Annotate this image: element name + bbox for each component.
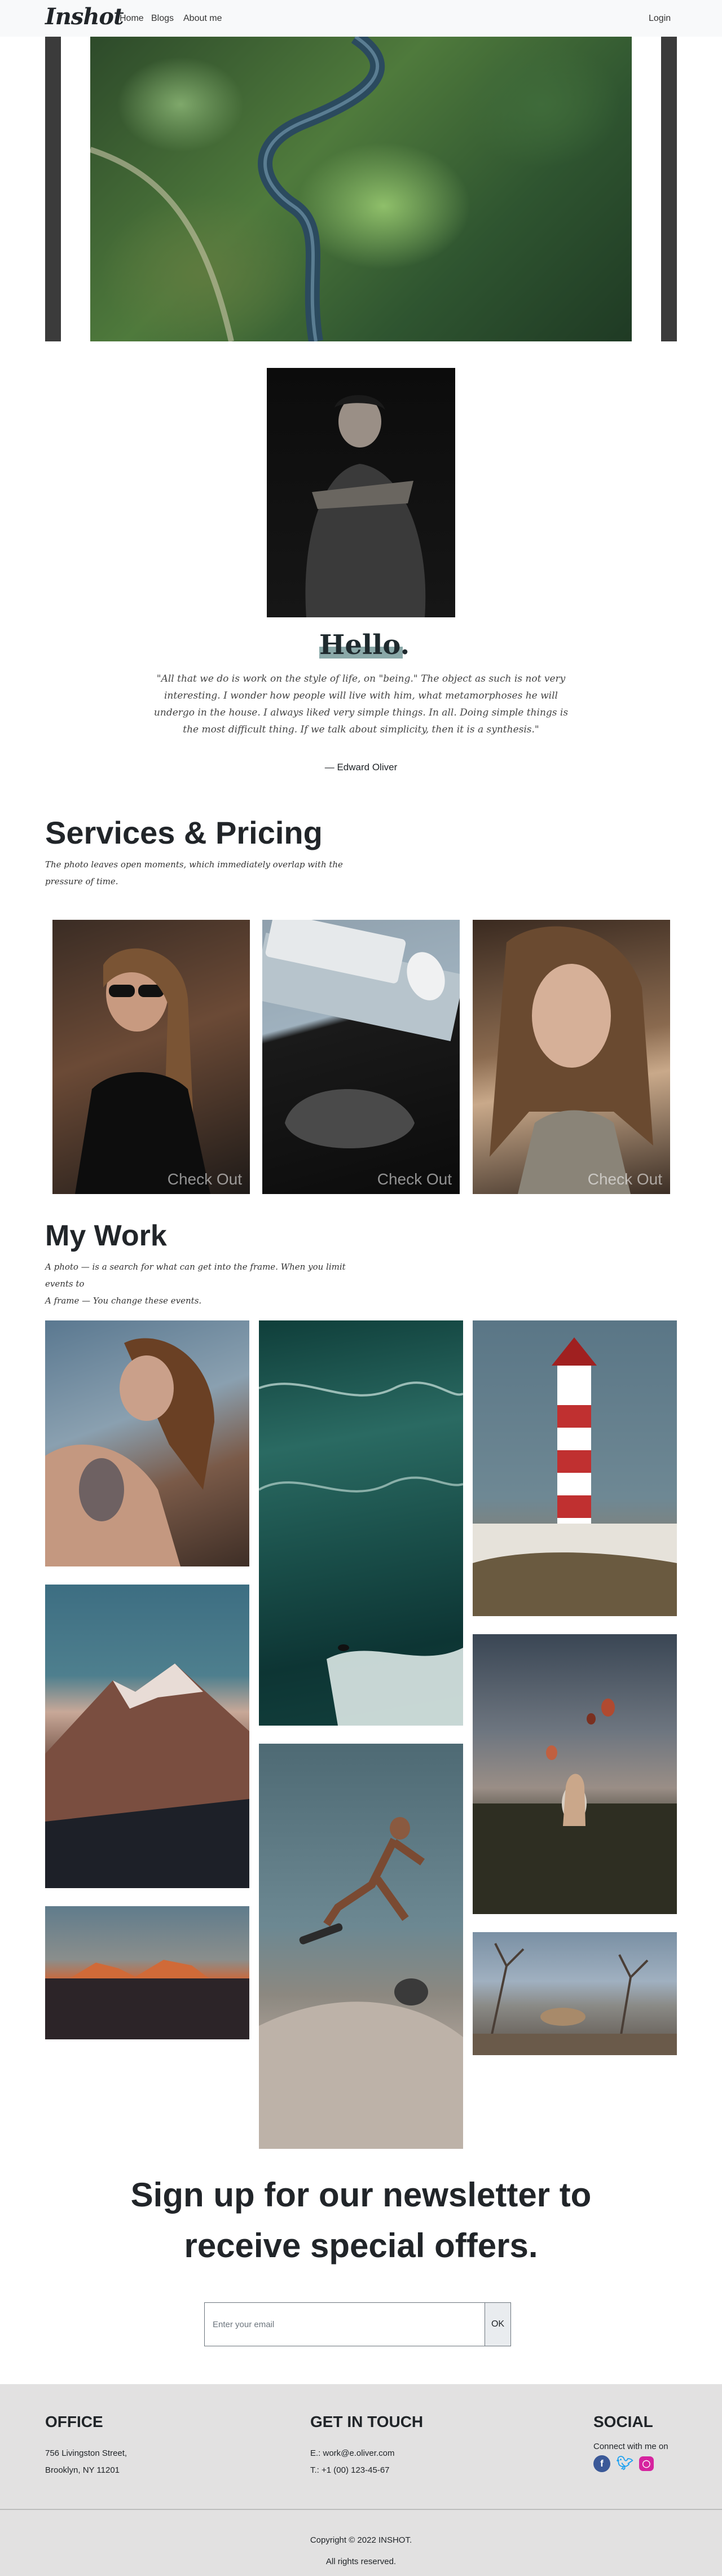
quote-author: — Edward Oliver [324, 762, 398, 773]
skatepark-jump-graphic [259, 1817, 463, 2149]
newsletter-title: Sign up for our newsletter to receive sp… [130, 2176, 592, 2265]
woman-portrait-graphic [490, 926, 653, 1194]
portrait-photo [267, 368, 455, 617]
mountain-peak-graphic [45, 1664, 249, 1888]
footer-phone-link[interactable]: T.: +1 (00) 123-45-67 [310, 2465, 390, 2475]
footer-social-text: Connect with me on [593, 2442, 668, 2451]
balloons-field-graphic [473, 1699, 677, 1914]
check-out-link[interactable]: Check Out [168, 1170, 242, 1188]
keyboard-mouse-graphic [262, 920, 460, 1148]
carousel-prev-control[interactable] [45, 37, 61, 341]
newsletter-email-input[interactable] [205, 2303, 485, 2346]
gallery-photo-deer[interactable] [473, 1932, 677, 2055]
hero-carousel [45, 37, 677, 341]
lighthouse-graphic [473, 1337, 677, 1616]
service-card-desk[interactable]: Check Out [262, 920, 460, 1194]
newsletter-form: OK [204, 2302, 511, 2346]
footer-office-address: 756 Livingston Street, Brooklyn, NY 1120… [45, 2445, 127, 2479]
navbar: Inshot Home Blogs About me Login [0, 0, 722, 37]
my-work-subtitle-line-2: A frame — You change these events. [45, 1296, 202, 1306]
hero-image [90, 37, 632, 341]
footer-contact-heading: GET IN TOUCH [310, 2413, 424, 2430]
services-title: Services & Pricing [45, 815, 323, 850]
footer-social-heading: SOCIAL [593, 2413, 653, 2430]
twitter-icon[interactable]: 🐦︎ [616, 2455, 633, 2472]
my-work-subtitle: A photo — is a search for what can get i… [45, 1258, 361, 1309]
hello-heading: Hello. [319, 628, 410, 662]
woman-sunglasses-graphic [75, 948, 210, 1194]
gallery-photo-lighthouse[interactable] [473, 1320, 677, 1616]
my-work-subtitle-line-1: A photo — is a search for what can get i… [45, 1262, 346, 1289]
nav-link-blogs[interactable]: Blogs [151, 14, 174, 24]
login-link[interactable]: Login [649, 14, 671, 24]
service-card-portrait[interactable]: Check Out [473, 920, 670, 1194]
deer-dead-trees-graphic [473, 1943, 677, 2055]
brand-logo[interactable]: Inshot [45, 3, 124, 30]
footer-office-heading: OFFICE [45, 2413, 103, 2430]
desert-rocks-graphic [45, 1960, 249, 2039]
rights-line: All rights reserved. [325, 2557, 397, 2566]
newsletter-submit-button[interactable]: OK [485, 2303, 510, 2346]
winding-road-graphic [90, 37, 385, 341]
my-work-title: My Work [45, 1219, 167, 1252]
tattoo-woman-graphic [45, 1338, 214, 1566]
gallery-photo-skatepark[interactable] [259, 1744, 463, 2149]
footer-address-line-2: Brooklyn, NY 11201 [45, 2465, 120, 2475]
gallery-photo-balloons[interactable] [473, 1634, 677, 1914]
copyright-line: Copyright © 2022 INSHOT. [310, 2535, 412, 2545]
nav-link-about-me[interactable]: About me [183, 14, 222, 24]
check-out-link[interactable]: Check Out [588, 1170, 662, 1188]
service-card-sunglasses[interactable]: Check Out [52, 920, 250, 1194]
quote-text: "All that we do is work on the style of … [153, 673, 569, 735]
portrait-figure-graphic [305, 395, 426, 617]
check-out-link[interactable]: Check Out [377, 1170, 452, 1188]
gallery-photo-mountain[interactable] [45, 1585, 249, 1888]
instagram-icon[interactable]: ◯ [639, 2456, 654, 2471]
footer-email-link[interactable]: E.: work@e.oliver.com [310, 2448, 394, 2458]
ocean-waves-graphic [259, 1381, 463, 1726]
footer-divider [0, 2509, 722, 2510]
gallery-photo-tattoo[interactable] [45, 1320, 249, 1566]
gallery-photo-desert-sunset[interactable] [45, 1906, 249, 2039]
copyright-text: Copyright © 2022 INSHOT. All rights rese… [220, 2530, 502, 2573]
carousel-next-control[interactable] [661, 37, 677, 341]
services-subtitle: The photo leaves open moments, which imm… [45, 859, 343, 887]
footer-address-line-1: 756 Livingston Street, [45, 2448, 127, 2458]
nav-link-home[interactable]: Home [120, 14, 144, 24]
footer-contact-details: E.: work@e.oliver.com T.: +1 (00) 123-45… [310, 2445, 394, 2479]
gallery-photo-surf[interactable] [259, 1320, 463, 1726]
footer: OFFICE 756 Livingston Street, Brooklyn, … [0, 2384, 722, 2576]
facebook-icon[interactable]: f [593, 2455, 610, 2472]
social-icons: f 🐦︎ ◯ [593, 2455, 657, 2473]
